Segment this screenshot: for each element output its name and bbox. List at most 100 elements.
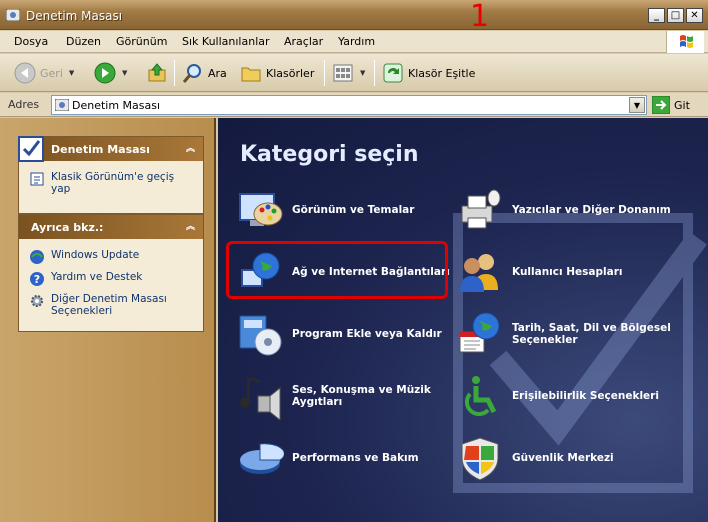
category-appearance[interactable]: Görünüm ve Temalar (236, 186, 414, 234)
category-label: Erişilebilirlik Seçenekleri (512, 390, 659, 402)
see-also-title: Ayrıca bkz.: (31, 221, 104, 234)
task-pane: Denetim Masası ︽ Klasik Görünüm'e geçiş … (0, 118, 216, 522)
search-button[interactable]: Ara (182, 62, 227, 84)
folders-button[interactable]: Klasörler (240, 62, 314, 84)
menu-tools[interactable]: Araçlar (284, 35, 323, 48)
category-date-time-language[interactable]: Tarih, Saat, Dil ve Bölgesel Seçenekler (456, 310, 676, 358)
printer-icon (461, 189, 501, 229)
go-label: Git (674, 98, 690, 112)
highlight-annotation-box (226, 241, 448, 299)
windows-update-icon (30, 250, 44, 264)
views-button[interactable]: ▼ (332, 62, 365, 84)
category-label: Tarih, Saat, Dil ve Bölgesel Seçenekler (512, 322, 671, 346)
address-label: Adres (8, 98, 40, 111)
appearance-themes-icon (239, 193, 283, 226)
category-performance[interactable]: Performans ve Bakım (236, 434, 419, 482)
up-folder-button[interactable] (146, 62, 168, 84)
windows-update-link[interactable]: Windows Update (29, 249, 195, 265)
see-also-header[interactable]: Ayrıca bkz.: ︽ (19, 215, 203, 239)
category-label: Güvenlik Merkezi (512, 452, 614, 464)
see-also-task-box: Ayrıca bkz.: ︽ Windows Update ? Yardım v… (18, 214, 204, 332)
views-grid-icon (333, 64, 353, 82)
user-accounts-icon (460, 254, 498, 292)
classic-view-label: Klasik Görünüm'e geçiş yap (51, 171, 175, 195)
folder-sync-button[interactable]: Klasör Eşitle (382, 62, 475, 84)
classic-view-link[interactable]: Klasik Görünüm'e geçiş yap (29, 171, 195, 195)
annotation-number: 1 (470, 0, 490, 34)
performance-pie-icon (240, 443, 284, 474)
sync-icon (383, 63, 403, 83)
toolbar-separator (324, 60, 325, 86)
task-box-title: Denetim Masası (51, 143, 150, 156)
address-input[interactable]: Denetim Masası ▼ (51, 95, 647, 115)
close-button[interactable]: ✕ (686, 8, 703, 23)
forward-button[interactable]: ▼ (94, 62, 127, 84)
go-arrow-icon (652, 96, 670, 114)
date-time-globe-icon (459, 312, 500, 353)
forward-dropdown-icon[interactable]: ▼ (122, 69, 127, 77)
folders-icon (241, 67, 261, 82)
toolbar-separator (374, 60, 375, 86)
address-dropdown-button[interactable]: ▼ (629, 97, 645, 113)
windows-logo (666, 31, 704, 53)
category-label: Ses, Konuşma ve Müzik Aygıtları (292, 384, 431, 408)
page-title: Kategori seçin (240, 142, 419, 167)
category-label: Program Ekle veya Kaldır (292, 328, 442, 340)
folder-sync-label: Klasör Eşitle (408, 66, 476, 80)
gear-icon (31, 295, 43, 307)
category-printers[interactable]: Yazıcılar ve Diğer Donanım (456, 186, 671, 234)
other-options-link[interactable]: Diğer Denetim Masası Seçenekleri (29, 293, 195, 317)
category-label: Yazıcılar ve Diğer Donanım (512, 204, 671, 216)
svg-text:?: ? (34, 273, 40, 286)
window-title: Denetim Masası (26, 9, 123, 23)
category-add-remove-programs[interactable]: Program Ekle veya Kaldır (236, 310, 442, 358)
go-button[interactable]: Git (652, 96, 690, 114)
category-label: Görünüm ve Temalar (292, 204, 415, 216)
control-panel-task-box: Denetim Masası ︽ Klasik Görünüm'e geçiş … (18, 136, 204, 214)
back-arrow-icon (14, 62, 36, 84)
help-support-link[interactable]: ? Yardım ve Destek (29, 271, 195, 287)
minimize-button[interactable]: _ (648, 8, 665, 23)
back-button[interactable]: Geri ▼ (14, 62, 74, 84)
task-box-header[interactable]: Denetim Masası ︽ (18, 136, 203, 162)
address-value: Denetim Masası (72, 99, 161, 112)
menu-favorites[interactable]: Sık Kullanılanlar (182, 35, 270, 48)
windows-flag-icon (680, 35, 693, 48)
accessibility-icon (464, 376, 497, 417)
menu-bar: Dosya Düzen Görünüm Sık Kullanılanlar Ar… (0, 31, 708, 53)
category-sounds[interactable]: Ses, Konuşma ve Müzik Aygıtları (236, 372, 446, 420)
up-folder-icon (148, 63, 166, 82)
menu-edit[interactable]: Düzen (66, 35, 101, 48)
help-support-label: Yardım ve Destek (51, 271, 143, 283)
control-panel-icon (6, 9, 20, 21)
add-remove-programs-icon (239, 315, 282, 356)
maximize-button[interactable]: □ (667, 8, 684, 23)
category-label: Kullanıcı Hesapları (512, 266, 623, 278)
collapse-chevron-icon[interactable]: ︽ (186, 219, 195, 232)
other-options-label: Diğer Denetim Masası Seçenekleri (51, 293, 167, 317)
title-bar[interactable]: Denetim Masası 1 _ □ ✕ (0, 0, 708, 34)
category-security-center[interactable]: Güvenlik Merkezi (456, 434, 614, 482)
toolbar: Geri ▼ ▼ Ara Klasörler ▼ Klasör Eşitle (0, 54, 708, 92)
views-dropdown-icon[interactable]: ▼ (360, 69, 365, 77)
menu-help[interactable]: Yardım (338, 35, 375, 48)
category-user-accounts[interactable]: Kullanıcı Hesapları (456, 248, 623, 296)
control-panel-check-icon (18, 136, 44, 162)
menu-file[interactable]: Dosya (14, 35, 48, 48)
menu-view[interactable]: Görünüm (116, 35, 167, 48)
category-view: Kategori seçin Görünüm ve Temalar Ağ ve … (218, 118, 708, 522)
back-dropdown-icon[interactable]: ▼ (69, 69, 74, 77)
security-shield-icon (461, 437, 499, 481)
sound-speaker-icon (240, 376, 281, 420)
search-label: Ara (208, 66, 227, 80)
search-icon (182, 64, 201, 83)
windows-update-label: Windows Update (51, 249, 140, 261)
address-bar: Adres Denetim Masası ▼ Git (0, 93, 708, 117)
category-accessibility[interactable]: Erişilebilirlik Seçenekleri (456, 372, 659, 420)
help-icon: ? (30, 272, 44, 286)
folders-label: Klasörler (266, 66, 315, 80)
toolbar-separator (174, 60, 175, 86)
category-label: Performans ve Bakım (292, 452, 419, 464)
collapse-chevron-icon[interactable]: ︽ (186, 141, 195, 154)
classic-view-icon (30, 172, 44, 186)
